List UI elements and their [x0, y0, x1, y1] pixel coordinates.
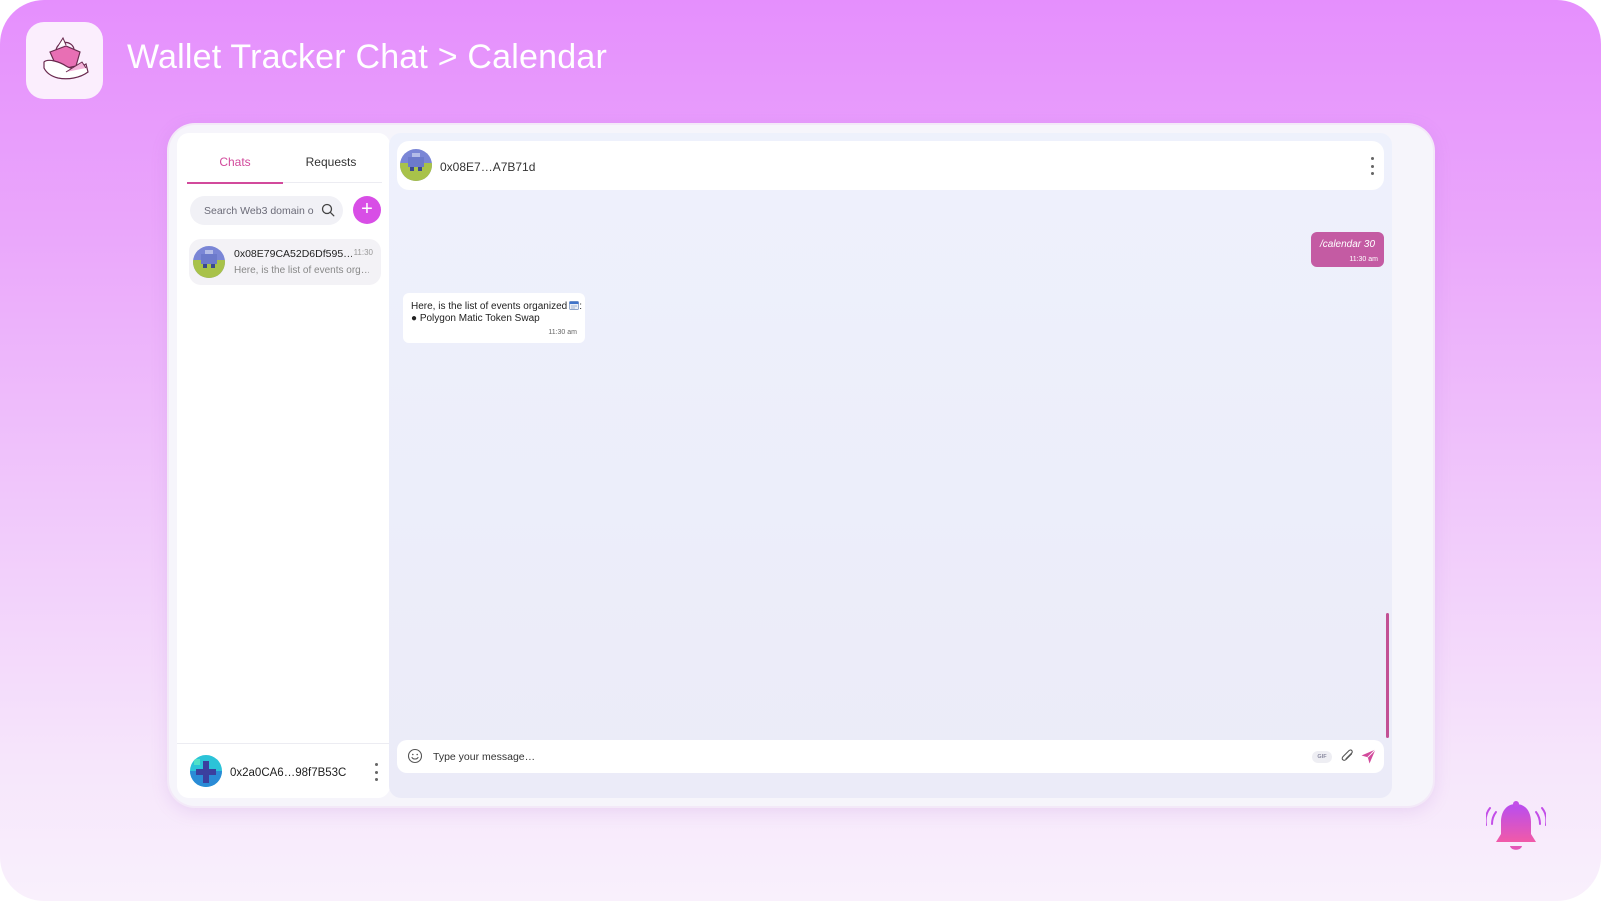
page-title: Wallet Tracker Chat > Calendar	[127, 38, 607, 76]
message-input[interactable]	[433, 748, 1293, 765]
tab-chats[interactable]: Chats	[187, 155, 283, 169]
message-line-suffix: :	[579, 301, 582, 312]
profile-menu-icon[interactable]	[373, 763, 379, 781]
sent-message-bubble: /calendar 30 11:30 am	[1311, 232, 1384, 267]
chat-item-time: 11:30	[353, 248, 373, 257]
tab-bar: Chats Requests	[187, 147, 382, 183]
user-avatar[interactable]	[190, 755, 222, 787]
search-box[interactable]	[190, 196, 343, 225]
app-logo	[26, 22, 103, 99]
wallet-hand-icon	[42, 36, 89, 79]
contact-name: 0x08E7…A7B71d	[440, 160, 536, 174]
chat-list-item[interactable]: 0x08E79CA52D6Df595… 11:30 Here, is the l…	[189, 239, 381, 285]
message-text: /calendar 30	[1320, 239, 1376, 250]
scrollbar-thumb[interactable]	[1386, 613, 1389, 738]
message-composer: GIF	[397, 740, 1384, 773]
tab-requests[interactable]: Requests	[283, 155, 379, 169]
received-message-bubble: Here, is the list of events organized : …	[403, 293, 585, 343]
message-time: 11:30 am	[548, 329, 577, 336]
send-icon[interactable]	[1360, 748, 1377, 765]
avatar	[193, 246, 225, 278]
message-time: 11:30 am	[1349, 256, 1378, 263]
chat-item-preview: Here, is the list of events org…	[234, 265, 369, 276]
search-icon[interactable]	[321, 203, 335, 217]
emoji-icon[interactable]	[407, 748, 423, 764]
chat-header: 0x08E7…A7B71d	[397, 141, 1384, 190]
contact-avatar[interactable]	[400, 149, 432, 181]
calendar-icon	[569, 301, 580, 310]
chat-menu-icon[interactable]	[1369, 157, 1375, 175]
message-text: Here, is the list of events organized :	[411, 300, 582, 312]
search-input[interactable]	[204, 204, 314, 217]
bell-ringing-icon	[1486, 801, 1546, 850]
gif-button[interactable]: GIF	[1312, 751, 1332, 763]
app-frame: Wallet Tracker Chat > Calendar Chats Req…	[0, 0, 1601, 901]
chat-window: Chats Requests +	[169, 125, 1433, 806]
sidebar: Chats Requests +	[177, 133, 390, 798]
new-chat-button[interactable]: +	[353, 196, 381, 224]
message-list-item: ● Polygon Matic Token Swap	[411, 313, 540, 324]
profile-bar: 0x2a0CA6…98f7B53C	[177, 743, 390, 798]
paperclip-icon[interactable]	[1340, 748, 1356, 765]
chat-item-name: 0x08E79CA52D6Df595…	[234, 248, 352, 260]
conversation-panel: 0x08E7…A7B71d /calendar 30 11:30 am Here…	[389, 133, 1392, 798]
active-tab-indicator	[187, 182, 283, 184]
message-line: Here, is the list of events organized	[411, 301, 568, 312]
profile-name: 0x2a0CA6…98f7B53C	[230, 767, 347, 779]
